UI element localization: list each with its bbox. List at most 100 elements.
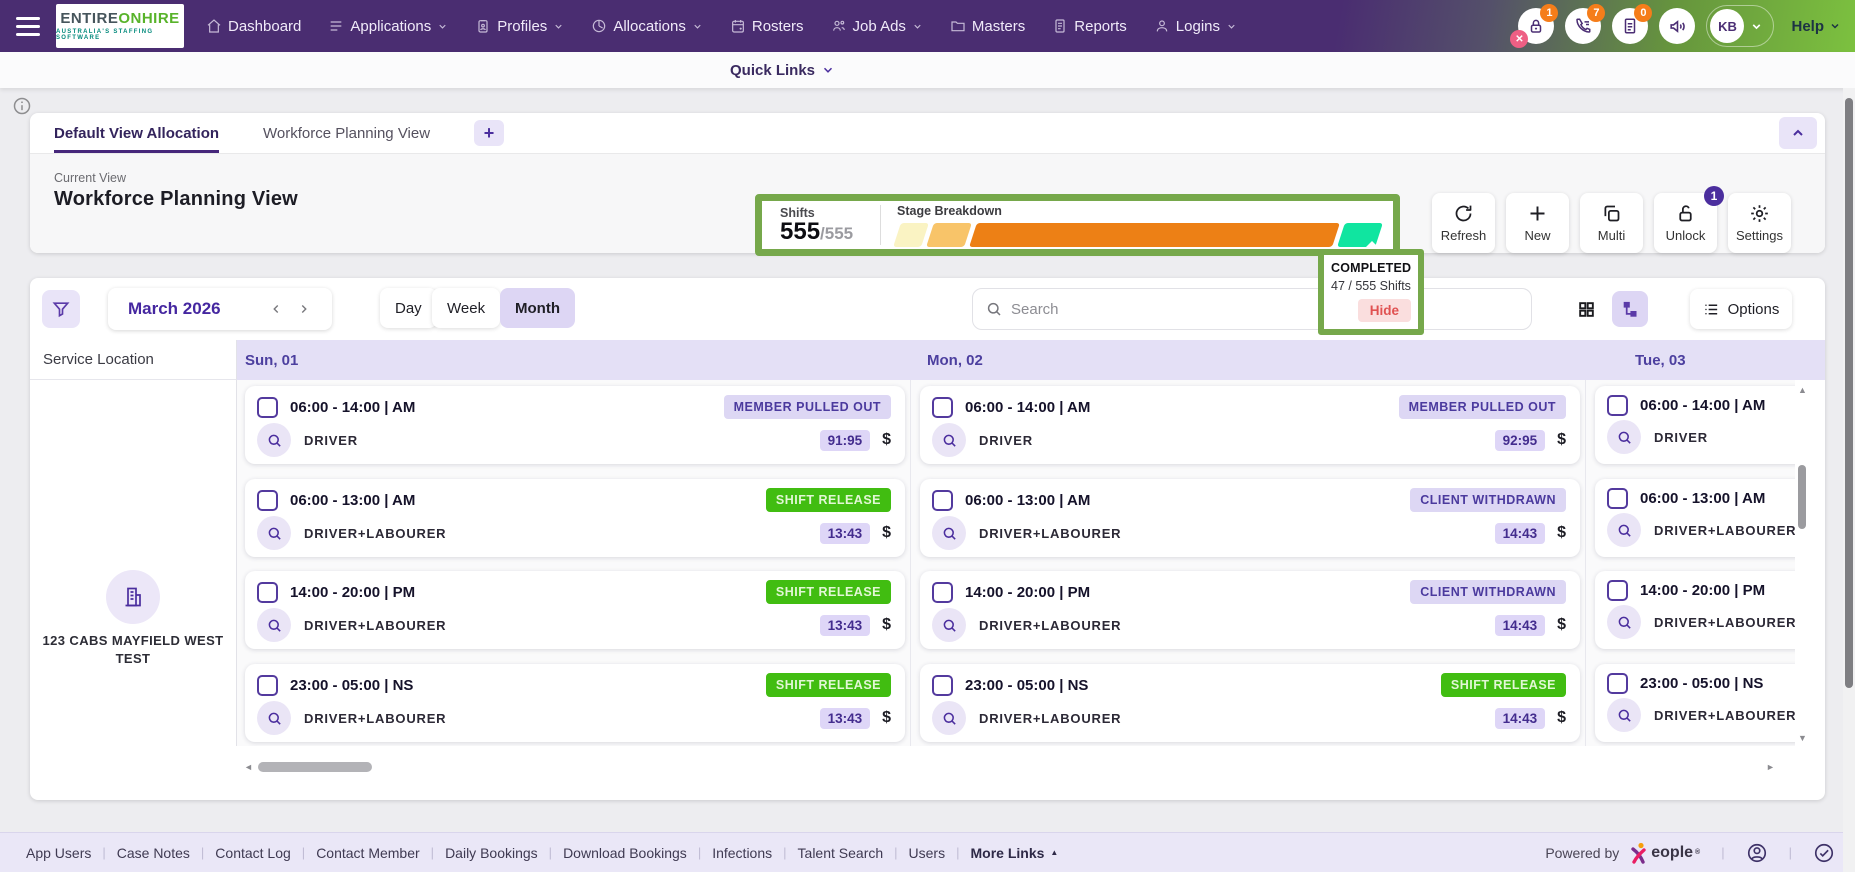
notes-button[interactable]: 0 bbox=[1612, 8, 1648, 44]
search-shift-icon[interactable] bbox=[932, 701, 966, 735]
search-shift-icon[interactable] bbox=[1607, 420, 1641, 454]
add-view-tab-button[interactable]: + bbox=[474, 120, 504, 146]
stage-segment-1[interactable] bbox=[893, 223, 929, 247]
shift-card[interactable]: 23:00 - 05:00 | NS SHIFT RELEASE DRIVER+… bbox=[245, 664, 905, 742]
refresh-button[interactable]: Refresh bbox=[1432, 193, 1495, 253]
search-shift-icon[interactable] bbox=[1607, 698, 1641, 732]
dollar-icon[interactable]: $ bbox=[882, 524, 891, 542]
shift-checkbox[interactable] bbox=[1607, 488, 1628, 509]
lock-notification-button[interactable]: 1 ✕ bbox=[1518, 8, 1554, 44]
multi-button[interactable]: Multi bbox=[1580, 193, 1643, 253]
nav-item-job-ads[interactable]: Job Ads bbox=[831, 18, 923, 35]
tab-default-view-allocation[interactable]: Default View Allocation bbox=[54, 113, 219, 153]
browser-scrollbar-track[interactable] bbox=[1843, 88, 1855, 872]
month-selector[interactable]: March 2026 bbox=[108, 288, 332, 330]
nav-item-reports[interactable]: Reports bbox=[1052, 18, 1127, 35]
stage-segment-2[interactable] bbox=[926, 223, 972, 247]
search-shift-icon[interactable] bbox=[932, 608, 966, 642]
hide-button[interactable]: Hide bbox=[1358, 299, 1411, 322]
dollar-icon[interactable]: $ bbox=[1557, 524, 1566, 542]
day-header-tue[interactable]: Tue, 03 bbox=[1635, 340, 1686, 380]
shift-checkbox[interactable] bbox=[932, 490, 953, 511]
shift-checkbox[interactable] bbox=[1607, 673, 1628, 694]
shift-checkbox[interactable] bbox=[932, 582, 953, 603]
check-circle-icon[interactable] bbox=[1813, 842, 1835, 864]
next-month-button[interactable] bbox=[290, 302, 318, 316]
shift-checkbox[interactable] bbox=[1607, 395, 1628, 416]
shift-checkbox[interactable] bbox=[257, 675, 278, 696]
dollar-icon[interactable]: $ bbox=[1557, 431, 1566, 449]
search-shift-icon[interactable] bbox=[932, 423, 966, 457]
dismiss-x-badge[interactable]: ✕ bbox=[1510, 30, 1528, 48]
more-links-button[interactable]: More Links ▲ bbox=[970, 845, 1058, 861]
footer-link-case-notes[interactable]: Case Notes bbox=[117, 845, 190, 861]
shift-card[interactable]: 06:00 - 14:00 | AM MEMBER PULLED OUT DRI… bbox=[245, 386, 905, 464]
xeople-logo[interactable]: eople® bbox=[1629, 842, 1700, 864]
dollar-icon[interactable]: $ bbox=[882, 709, 891, 727]
app-logo[interactable]: ENTIREONHIRE AUSTRALIA'S STAFFING SOFTWA… bbox=[56, 4, 184, 48]
info-icon[interactable] bbox=[12, 96, 32, 121]
nav-item-allocations[interactable]: Allocations bbox=[591, 18, 703, 35]
service-location-cell[interactable]: 123 CABS MAYFIELD WEST TEST bbox=[30, 380, 237, 746]
profile-circle-icon[interactable] bbox=[1746, 842, 1768, 864]
shift-card[interactable]: 14:00 - 20:00 | PM SHIFT RELEASE DRIVER+… bbox=[245, 571, 905, 649]
call-log-button[interactable]: 7 bbox=[1565, 8, 1601, 44]
help-menu[interactable]: Help bbox=[1791, 18, 1841, 35]
dollar-icon[interactable]: $ bbox=[1557, 616, 1566, 634]
shift-checkbox[interactable] bbox=[257, 582, 278, 603]
scroll-right-arrow[interactable]: ► bbox=[1766, 763, 1775, 772]
browser-scrollbar-thumb[interactable] bbox=[1845, 98, 1853, 688]
nav-item-dashboard[interactable]: Dashboard bbox=[206, 18, 301, 35]
search-shift-icon[interactable] bbox=[1607, 605, 1641, 639]
stage-segment-3[interactable] bbox=[969, 223, 1340, 247]
user-menu[interactable]: KB bbox=[1706, 5, 1774, 47]
shift-card[interactable]: 06:00 - 13:00 | AM CLIENT WITHDRAWN DRIV… bbox=[920, 479, 1580, 557]
shift-card[interactable]: 14:00 - 20:00 | PM DRIVER+LABOURER bbox=[1595, 571, 1795, 649]
options-button[interactable]: Options bbox=[1690, 289, 1792, 329]
nav-item-logins[interactable]: Logins bbox=[1154, 18, 1237, 35]
search-shift-icon[interactable] bbox=[257, 516, 291, 550]
horizontal-scrollbar-thumb[interactable] bbox=[258, 762, 372, 772]
stage-breakdown-bar[interactable] bbox=[897, 223, 1379, 247]
shift-card[interactable]: 06:00 - 14:00 | AM MEMBER PULLED OUT DRI… bbox=[920, 386, 1580, 464]
month-view-button[interactable]: Month bbox=[500, 288, 575, 328]
shift-card[interactable]: 06:00 - 13:00 | AM SHIFT RELEASE DRIVER+… bbox=[245, 479, 905, 557]
search-shift-icon[interactable] bbox=[257, 423, 291, 457]
shift-checkbox[interactable] bbox=[932, 675, 953, 696]
footer-link-app-users[interactable]: App Users bbox=[26, 845, 91, 861]
dollar-icon[interactable]: $ bbox=[882, 431, 891, 449]
dollar-icon[interactable]: $ bbox=[882, 616, 891, 634]
nav-item-profiles[interactable]: Profiles bbox=[475, 18, 564, 35]
prev-month-button[interactable] bbox=[262, 302, 290, 316]
search-input[interactable] bbox=[1011, 301, 1519, 318]
nav-item-applications[interactable]: Applications bbox=[328, 18, 448, 35]
scroll-down-arrow[interactable]: ▼ bbox=[1798, 734, 1807, 743]
shift-card[interactable]: 06:00 - 14:00 | AM DRIVER bbox=[1595, 386, 1795, 464]
footer-link-daily-bookings[interactable]: Daily Bookings bbox=[445, 845, 538, 861]
shift-card[interactable]: 14:00 - 20:00 | PM CLIENT WITHDRAWN DRIV… bbox=[920, 571, 1580, 649]
search-shift-icon[interactable] bbox=[932, 516, 966, 550]
footer-link-download-bookings[interactable]: Download Bookings bbox=[563, 845, 687, 861]
shift-checkbox[interactable] bbox=[1607, 580, 1628, 601]
shift-card[interactable]: 23:00 - 05:00 | NS DRIVER+LABOURER bbox=[1595, 664, 1795, 742]
filter-button[interactable] bbox=[42, 290, 80, 328]
search-shift-icon[interactable] bbox=[1607, 513, 1641, 547]
scroll-left-arrow[interactable]: ◄ bbox=[244, 763, 253, 772]
nav-item-masters[interactable]: Masters bbox=[950, 18, 1025, 35]
shift-card[interactable]: 23:00 - 05:00 | NS SHIFT RELEASE DRIVER+… bbox=[920, 664, 1580, 742]
scroll-up-arrow[interactable]: ▲ bbox=[1798, 386, 1807, 395]
day-header-sun[interactable]: Sun, 01 bbox=[245, 340, 298, 380]
footer-link-talent-search[interactable]: Talent Search bbox=[798, 845, 884, 861]
quick-links-toggle[interactable]: Quick Links bbox=[730, 62, 835, 79]
footer-link-infections[interactable]: Infections bbox=[712, 845, 772, 861]
announcements-button[interactable] bbox=[1659, 8, 1695, 44]
dollar-icon[interactable]: $ bbox=[1557, 709, 1566, 727]
tree-view-toggle[interactable] bbox=[1612, 291, 1648, 327]
shift-checkbox[interactable] bbox=[257, 397, 278, 418]
shift-checkbox[interactable] bbox=[257, 490, 278, 511]
search-shift-icon[interactable] bbox=[257, 608, 291, 642]
week-view-button[interactable]: Week bbox=[432, 288, 500, 328]
hamburger-menu-icon[interactable] bbox=[0, 17, 56, 36]
vertical-scrollbar-thumb[interactable] bbox=[1798, 465, 1806, 529]
unlock-button[interactable]: 1 Unlock bbox=[1654, 193, 1717, 253]
